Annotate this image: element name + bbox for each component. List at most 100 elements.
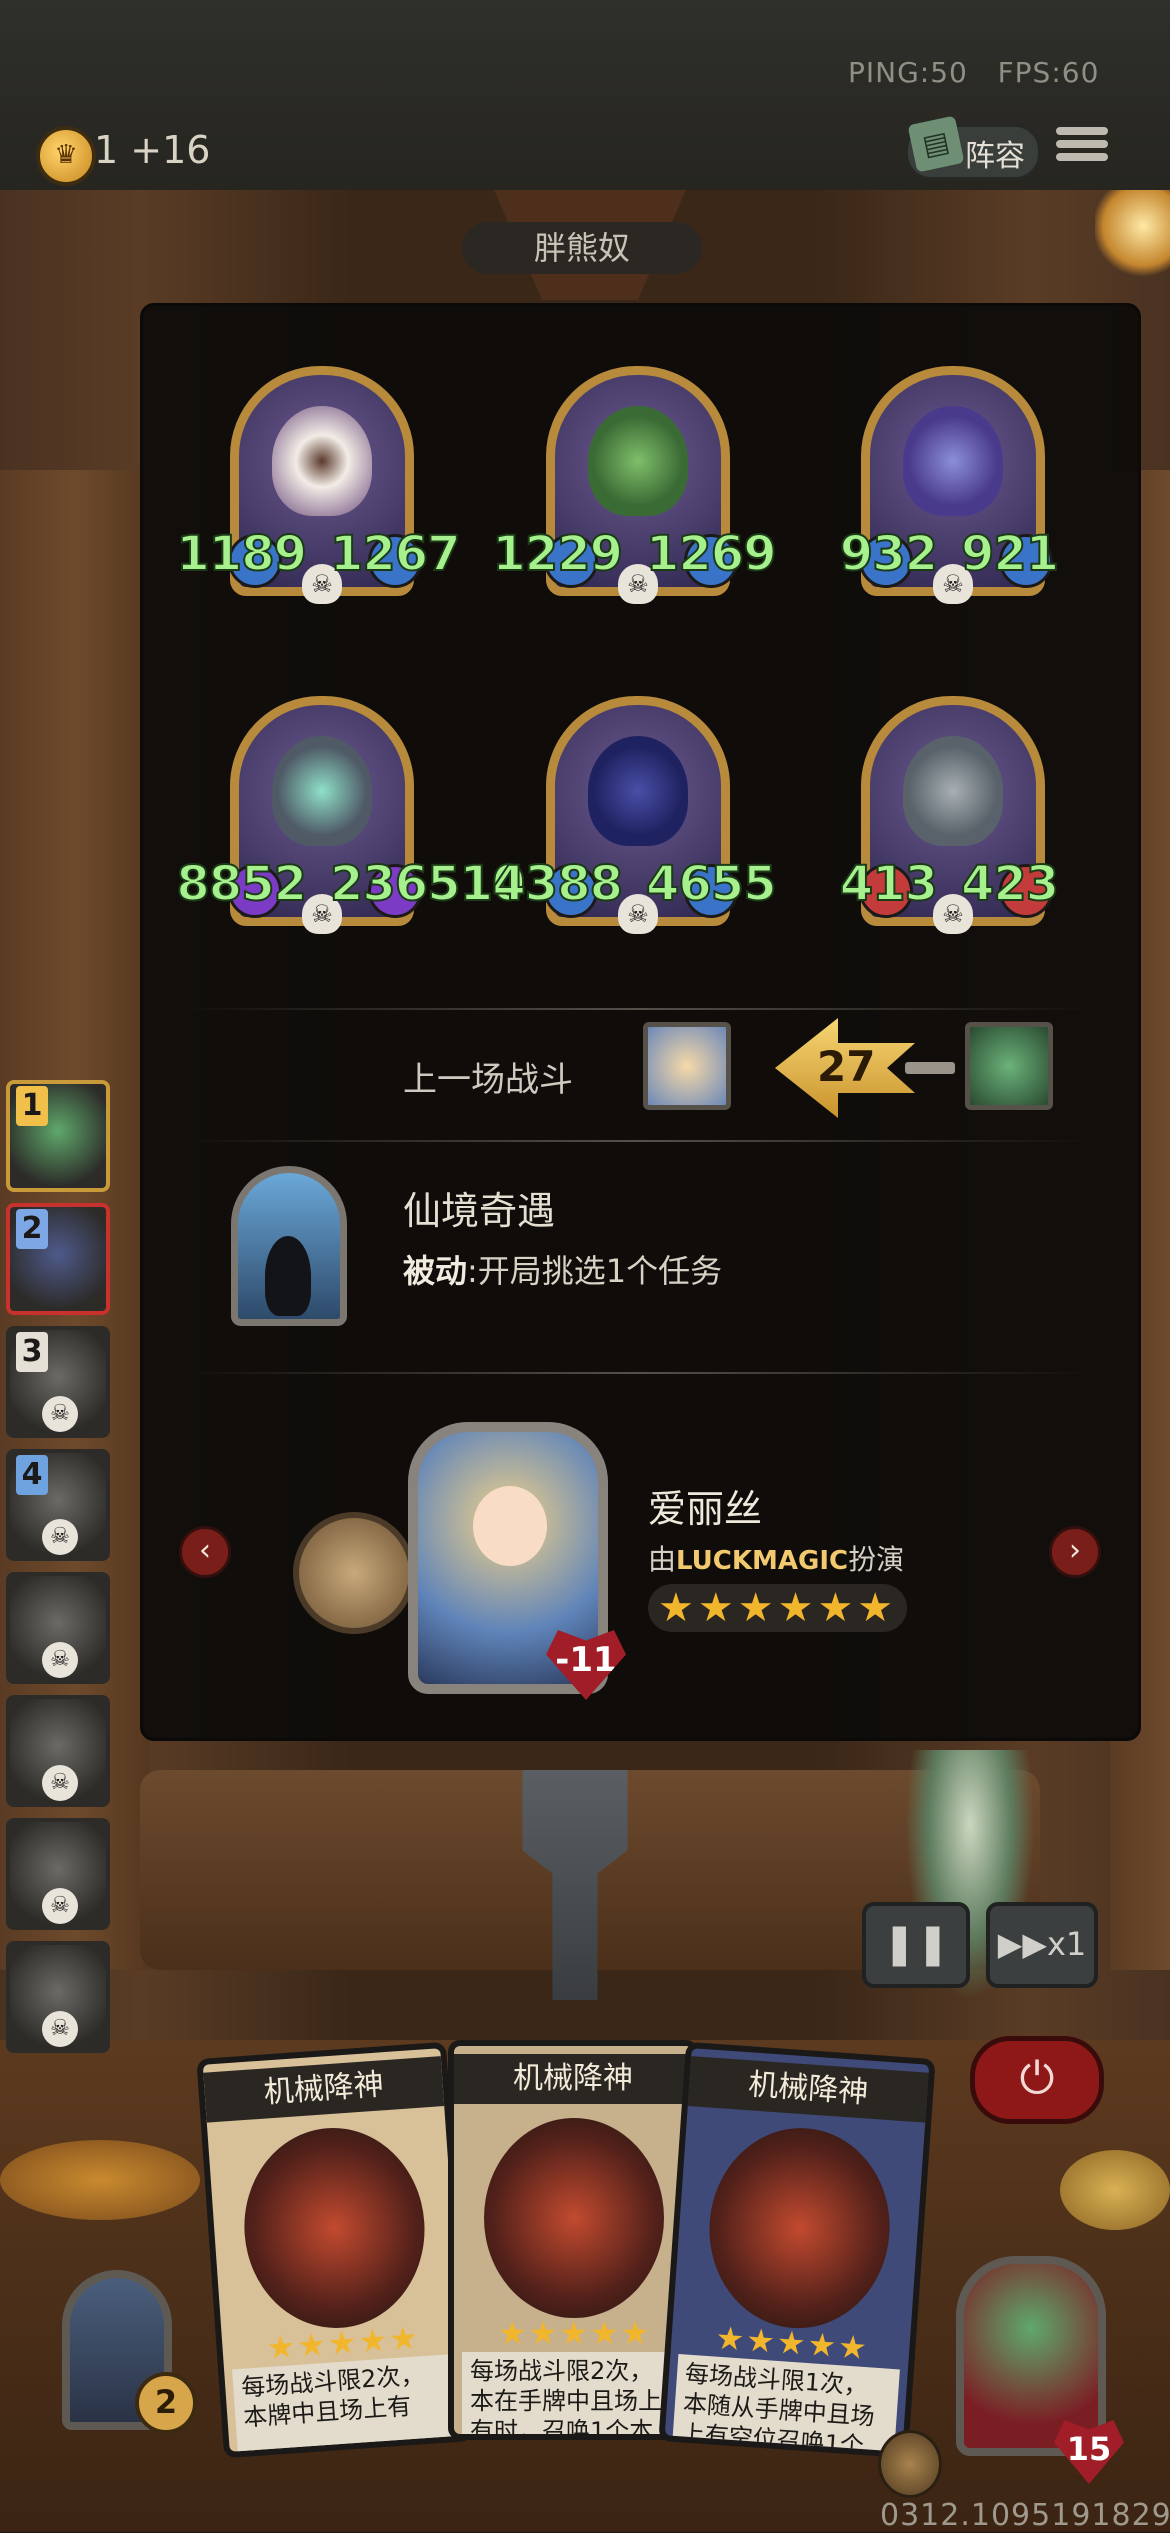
player-hero-portrait[interactable] (956, 2256, 1106, 2456)
card-title: 机械降神 (203, 2056, 445, 2123)
card-art (484, 2118, 664, 2318)
sword-icon (905, 1062, 955, 1074)
hamburger-menu-icon[interactable] (1056, 122, 1108, 174)
quest-desc-text: :开局挑选1个任务 (467, 1252, 723, 1290)
speed-button[interactable]: ▶▶x1 (986, 1902, 1098, 1988)
snack-tray (0, 2140, 200, 2220)
power-icon[interactable]: ⏻ (970, 2036, 1104, 2124)
card-description: 每场战斗限2次，本牌中且场上有 (232, 2353, 460, 2459)
damage-value: 27 (817, 1042, 876, 1091)
quest-description: 被动:开局挑选1个任务 (403, 1246, 722, 1292)
crown-coin-icon: ♛ (36, 126, 96, 186)
pocket-watch-icon (293, 1512, 415, 1634)
minion-health: 1267 (329, 525, 462, 583)
lineup-label: 阵容 (965, 139, 1025, 174)
star-icon: ★ (817, 1585, 854, 1631)
minion-attack: 932 (839, 525, 939, 583)
hero-face (473, 1486, 547, 1566)
wall-lamp (1095, 190, 1170, 280)
divider (183, 1008, 1093, 1010)
player-slot[interactable]: ☠ (6, 1695, 110, 1807)
credit-suffix: 扮演 (848, 1543, 905, 1576)
player-rank: 1 (16, 1086, 48, 1126)
coin-pile (1060, 2150, 1170, 2230)
minion-card[interactable]: ☠ 1229 1269 (491, 366, 778, 604)
star-icon: ★ (857, 1585, 894, 1631)
opponent-name: 胖熊奴 (462, 222, 702, 274)
card-description: 每场战斗限1次，本随从手牌中且场上有空位召唤1个本随 (672, 2353, 900, 2459)
hand-card[interactable]: 机械降神 ★★★★★每场战斗限2次，本在手牌中且场上有时，召唤1个本随从 (448, 2040, 698, 2440)
card-art (702, 2122, 897, 2335)
last-battle-label: 上一场战斗 (403, 1060, 573, 1100)
ping-text: PING:50 (848, 56, 968, 89)
skull-icon: ☠ (42, 1765, 78, 1801)
player-slot[interactable]: ☠ (6, 1818, 110, 1930)
card-stars: ★★★★★ (498, 2314, 652, 2352)
player-rank: 4 (16, 1455, 48, 1495)
quest-desc-keyword: 被动 (403, 1252, 468, 1290)
minion-health: 4655 (645, 855, 778, 913)
star-icon: ★ (737, 1585, 774, 1631)
player-slot[interactable]: 2 (6, 1203, 110, 1315)
fps-text: FPS:60 (997, 56, 1100, 89)
previous-opponent-button[interactable]: ‹ (179, 1526, 231, 1578)
minion-attack: 8852 (175, 855, 308, 913)
pause-button[interactable]: ❚❚ (862, 1902, 970, 1988)
star-icon: ★ (777, 1585, 814, 1631)
divider (183, 1140, 1093, 1142)
card-description: 每场战斗限2次，本在手牌中且场上有时，召唤1个本随从 (462, 2352, 684, 2434)
game-serial: 0312.10951918299 (880, 2498, 1170, 2533)
book-icon: ▤ (907, 115, 965, 173)
minion-portrait (903, 736, 1003, 846)
card-title: 机械降神 (454, 2054, 692, 2104)
minion-health: 423 (960, 855, 1060, 913)
quest-title: 仙境奇遇 (403, 1189, 556, 1233)
player-slot[interactable]: ☠ (6, 1941, 110, 2053)
player-mini-portrait (965, 1022, 1053, 1110)
minion-attack: 1229 (491, 525, 624, 583)
deck-count: 2 (135, 2372, 197, 2434)
minion-portrait (588, 406, 688, 516)
skull-icon: ☠ (42, 1642, 78, 1678)
divider (183, 1372, 1093, 1374)
minion-card[interactable]: ☠ 8852 236510 (175, 696, 526, 934)
minion-card[interactable]: ☠ 932 921 (839, 366, 1060, 604)
minion-health: 921 (960, 525, 1060, 583)
minion-portrait (588, 736, 688, 846)
rabbit-icon (265, 1236, 311, 1316)
credit-name: LUCKMAGIC (676, 1546, 849, 1576)
skull-icon: ☠ (42, 1396, 78, 1432)
damage-badge: 27 (775, 1018, 955, 1118)
player-slot[interactable]: 3 ☠ (6, 1326, 110, 1438)
minion-portrait (903, 406, 1003, 516)
hero-name: 爱丽丝 (648, 1487, 763, 1531)
hero-skin-credit: 由LUCKMAGIC扮演 (648, 1538, 904, 1578)
minion-attack: 413 (839, 855, 939, 913)
hero-star-rating: ★ ★ ★ ★ ★ ★ (648, 1584, 908, 1632)
card-title: 机械降神 (687, 2056, 929, 2123)
minion-attack: 1189 (175, 525, 308, 583)
hand-card[interactable]: 机械降神 ★★★★★ 每场战斗限2次，本牌中且场上有 (196, 2041, 474, 2459)
hero-power-icon[interactable] (878, 2430, 942, 2498)
skull-icon: ☠ (42, 1519, 78, 1555)
credit-prefix: 由 (648, 1543, 677, 1576)
network-stats: PING:50 FPS:60 (848, 56, 1099, 89)
minion-portrait (272, 406, 372, 516)
opponent-panel: ☠ 1189 1267 ☠ 1229 1269 ☠ 932 921 ☠ 8852 236510 ☠ 438… (140, 303, 1141, 1741)
minion-card[interactable]: ☠ 4388 4655 (491, 696, 778, 934)
star-icon: ★ (658, 1585, 694, 1631)
minion-portrait (272, 736, 372, 846)
hand-card[interactable]: 机械降神 ★★★★★ 每场战斗限1次，本随从手牌中且场上有空位召唤1个本随 (658, 2041, 936, 2459)
player-rank: 3 (16, 1332, 48, 1372)
player-slot[interactable]: ☠ (6, 1572, 110, 1684)
skull-icon: ☠ (42, 1888, 78, 1924)
minion-card[interactable]: ☠ 413 423 (839, 696, 1060, 934)
opponent-mini-portrait (643, 1022, 731, 1110)
minion-health: 1269 (645, 525, 778, 583)
next-opponent-button[interactable]: › (1049, 1526, 1101, 1578)
minion-card[interactable]: ☠ 1189 1267 (175, 366, 462, 604)
player-slot[interactable]: 4 ☠ (6, 1449, 110, 1561)
gold-counter: 1 +16 (94, 128, 211, 172)
player-slot[interactable]: 1 (6, 1080, 110, 1192)
card-art (237, 2121, 432, 2335)
